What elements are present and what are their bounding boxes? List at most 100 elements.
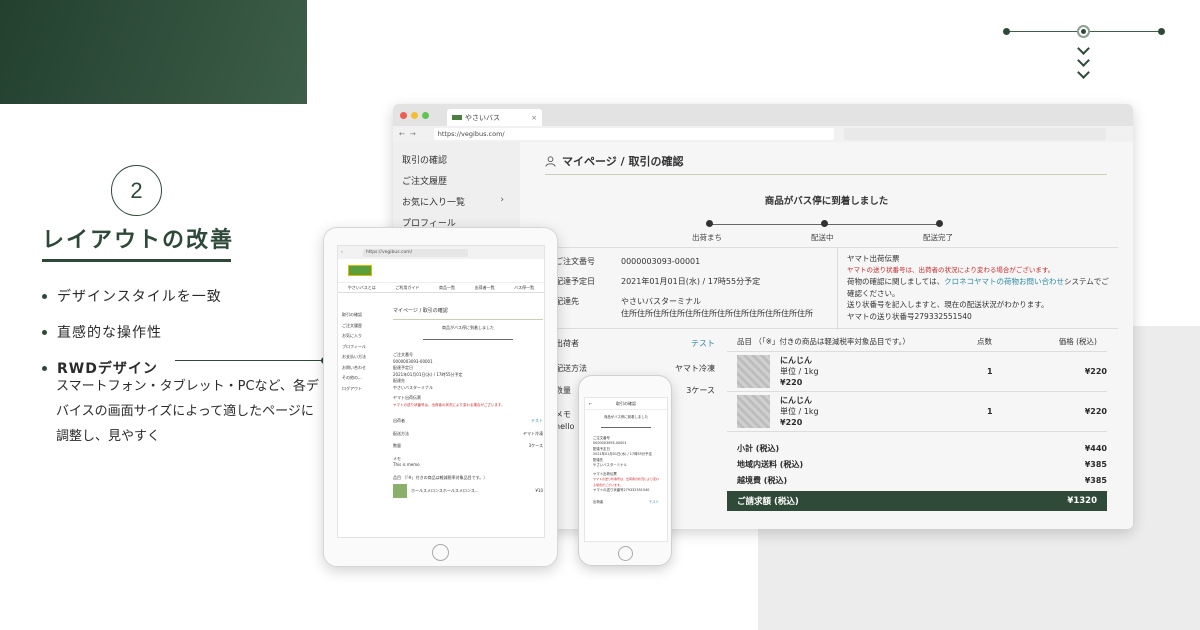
item-row: にんじん 単位 / 1kg ¥220 1 ¥220 — [727, 392, 1107, 432]
tablet-site-header — [338, 259, 544, 283]
destination-row: 配達先 やさいバスターミナル — [555, 297, 701, 306]
phone-progress-track — [601, 426, 651, 428]
nav-item[interactable]: バス停一覧 — [514, 285, 534, 291]
section-number: 2 — [111, 165, 162, 216]
progress-label: 配送完了 — [923, 233, 953, 242]
close-window-icon[interactable] — [400, 111, 407, 119]
total-bar: ご請求額 (税込) ¥1320 — [727, 491, 1107, 511]
delivery-date-row: 配達予定日 2021年01月01日(水) / 17時55分予定 — [555, 277, 761, 286]
yamato-slip: ヤマト出荷伝票 ヤマトの送り状番号は、出荷者の状況により変わる場合がございます。… — [847, 253, 1115, 322]
browser-tab[interactable]: やさいバス × — [447, 109, 542, 126]
phone-home-button[interactable] — [618, 546, 633, 561]
tablet-mockup: ‹ https://vegibus.com/ やさいバスとは ご利用ガイド 商品… — [323, 227, 558, 567]
section-title: レイアウトの改善 — [42, 228, 235, 253]
progress-step-dot — [821, 220, 828, 227]
sidebar-item[interactable]: お問い合わせ — [342, 363, 388, 374]
nav-item[interactable]: 出荷者一覧 — [475, 285, 495, 291]
tablet-global-nav: やさいバスとは ご利用ガイド 商品一覧 出荷者一覧 バス停一覧 — [338, 283, 544, 293]
rwd-description: スマートフォン・タブレット・PCなど、各デバイスの画面サイズによって適したページ… — [56, 379, 319, 444]
progress-step-dot — [706, 220, 713, 227]
order-info: ご注文番号 0000003093-00001 配達予定日 2021年01月01日(水… — [520, 247, 1118, 330]
sidebar-item[interactable]: 取引の確認 — [342, 310, 388, 321]
title-underline — [42, 259, 231, 262]
sidebar-item[interactable]: お気に入り — [342, 331, 388, 342]
shipper-link[interactable]: テスト — [691, 338, 715, 349]
step-dot-3 — [1158, 28, 1165, 35]
progress-label: 出荷まち — [692, 233, 722, 242]
feature-item: デザインスタイルを一致 — [42, 286, 342, 306]
user-icon — [545, 155, 556, 167]
items-table: 品目 （「※」付きの商品は軽減税率対象品目です。） 点数 価格 (税込) にんじ… — [727, 331, 1107, 488]
feature-list: デザインスタイルを一致 直感的な操作性 RWDデザイン — [42, 286, 342, 384]
browser-titlebar: やさいバス × — [393, 104, 1133, 126]
sidebar-item-favorites[interactable]: お気に入り一覧 › — [402, 195, 520, 216]
toolbar-area — [843, 128, 1106, 140]
phone-header: ← 取引の確認 — [585, 398, 667, 410]
sidebar-item-transactions[interactable]: 取引の確認 — [402, 153, 520, 174]
phone-status-message: 商品がバス停に到着しました — [603, 415, 649, 419]
bullet-icon — [42, 293, 47, 299]
nav-item[interactable]: 商品一覧 — [439, 285, 455, 291]
tablet-item-row: ホールスメロンスホールスメロンス... ¥10 — [393, 484, 543, 498]
back-arrow-icon[interactable]: ← — [399, 130, 405, 138]
yamato-tracking-link[interactable]: クロネコヤマトの荷物お問い合わせ — [944, 277, 1064, 286]
title-divider — [545, 174, 1107, 175]
tablet-status-message: 商品がバス停に到着しました — [442, 324, 494, 330]
phone-page-title: 取引の確認 — [616, 400, 636, 406]
nav-item[interactable]: ご利用ガイド — [395, 285, 419, 291]
url-input[interactable]: https://vegibus.com/ — [433, 128, 834, 140]
order-details: ご注文番号 0000003093-00001 配達予定日 2021年01月01日(水… — [520, 248, 838, 330]
sidebar-item[interactable]: その他の... — [342, 373, 388, 384]
method-row: 配送方法 ヤマト冷凍 — [555, 364, 715, 373]
site-logo[interactable] — [348, 265, 372, 276]
item-row: にんじん 単位 / 1kg ¥220 1 ¥220 — [727, 352, 1107, 392]
corner-accent-block — [0, 0, 307, 104]
close-tab-icon[interactable]: × — [531, 114, 537, 122]
page-title: マイページ / 取引の確認 — [545, 153, 683, 169]
tablet-screen: ‹ https://vegibus.com/ やさいバスとは ご利用ガイド 商品… — [337, 245, 545, 538]
tracking-number: ヤマトの送り状番号279332551540 — [847, 311, 972, 321]
tablet-sidebar: 取引の確認 ご注文履歴 お気に入り プロフィール お支払い方法 お問い合わせ そ… — [342, 310, 388, 394]
progress-label: 配送中 — [811, 233, 834, 242]
maximize-window-icon[interactable] — [422, 111, 429, 119]
shipper-row: 出荷者 テスト — [555, 338, 715, 349]
address-bar: ← → https://vegibus.com/ — [393, 126, 1133, 142]
tablet-browser-bar: ‹ https://vegibus.com/ — [338, 246, 544, 259]
cross-shipping-row: 越境費 (税込) ¥385 — [737, 475, 1107, 485]
back-arrow-icon[interactable]: ‹ — [341, 250, 343, 255]
feature-item: 直感的な操作性 — [42, 322, 342, 342]
order-number-row: ご注文番号 0000003093-00001 — [555, 257, 701, 266]
tablet-url-input[interactable]: https://vegibus.com/ — [362, 248, 468, 257]
tablet-progress-track — [423, 339, 513, 340]
sidebar-item-order-history[interactable]: ご注文履歴 — [402, 174, 520, 195]
minimize-window-icon[interactable] — [411, 111, 418, 119]
bullet-icon — [42, 329, 47, 335]
subtotal-row: 小計 (税込) ¥440 — [737, 443, 1107, 453]
items-header: 品目 （「※」付きの商品は軽減税率対象品目です。） 点数 価格 (税込) — [727, 331, 1107, 352]
forward-arrow-icon[interactable]: → — [410, 130, 416, 138]
step-dot-current — [1077, 25, 1090, 38]
sidebar-item[interactable]: ログアウト — [342, 384, 388, 395]
product-thumbnail — [737, 355, 770, 388]
scroll-down-chevrons-icon — [1075, 42, 1091, 80]
step-dot-1 — [1003, 28, 1010, 35]
chevron-right-icon: › — [500, 195, 504, 205]
sidebar-item[interactable]: プロフィール — [342, 342, 388, 353]
status-message: 商品がバス停に到着しました — [764, 196, 889, 207]
phone-mockup: ← 取引の確認 商品がバス停に到着しました ご注文番号 0000003093-0… — [578, 375, 672, 566]
tablet-home-button[interactable] — [432, 544, 449, 561]
tablet-page-title: マイページ / 取引の確認 — [393, 304, 543, 320]
phone-body: 商品がバス停に到着しました ご注文番号 0000003093-00001 配達予… — [593, 415, 659, 504]
connector-line — [175, 360, 323, 361]
sidebar-item[interactable]: ご注文履歴 — [342, 321, 388, 332]
bullet-icon — [42, 365, 47, 371]
destination-address: 住所住所住所住所住所住所住所住所住所住所住所住所 — [621, 309, 813, 318]
site-logo-icon — [452, 115, 462, 120]
sidebar-item[interactable]: お支払い方法 — [342, 352, 388, 363]
nav-item[interactable]: やさいバスとは — [348, 285, 376, 291]
back-arrow-icon[interactable]: ← — [589, 401, 592, 406]
product-thumbnail — [737, 395, 770, 428]
domestic-shipping-row: 地域内送料 (税込) ¥385 — [737, 459, 1107, 469]
tablet-main: マイページ / 取引の確認 商品がバス停に到着しました ご注文番号 000000… — [393, 304, 543, 498]
phone-screen: ← 取引の確認 商品がバス停に到着しました ご注文番号 0000003093-0… — [584, 397, 668, 542]
